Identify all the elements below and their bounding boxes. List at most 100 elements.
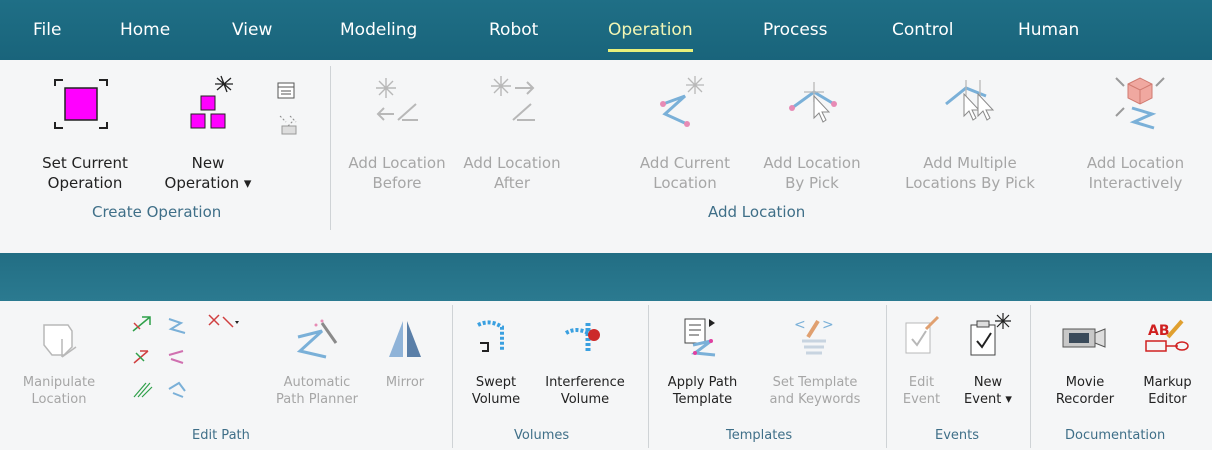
- set-current-operation-button[interactable]: Set Current Operation: [20, 68, 150, 198]
- add-location-after-label-2: After: [493, 173, 531, 192]
- add-location-before-label-1: Add Location: [348, 154, 446, 172]
- manipulate-location-label-1: Manipulate: [22, 375, 96, 390]
- add-location-interactively-icon: [1115, 77, 1165, 130]
- tab-home[interactable]: Home: [120, 20, 170, 40]
- operation-ribbon: Set Current Operation New Operation ▾ Cr…: [0, 60, 1212, 238]
- movie-recorder-label-2: Recorder: [1055, 391, 1115, 407]
- add-location-interactively-label-2: Interactively: [1088, 173, 1183, 192]
- markup-editor-icon: AB: [1145, 319, 1189, 352]
- reverse-path-icon[interactable]: [165, 345, 189, 367]
- apply-path-template-label-1: Apply Path: [667, 375, 738, 390]
- tab-process[interactable]: Process: [763, 20, 828, 40]
- add-multiple-locations-label-2: Locations By Pick: [905, 173, 1035, 192]
- set-template-keywords-label-1: Set Template: [772, 375, 858, 390]
- add-location-before-icon: [376, 78, 418, 121]
- new-operation-label-1: New: [191, 154, 225, 172]
- add-current-location-button[interactable]: Add Current Location: [625, 68, 745, 198]
- add-location-after-button[interactable]: Add Location After: [457, 68, 567, 198]
- operation-properties-icon[interactable]: [276, 80, 296, 100]
- align-locations-icon[interactable]: [130, 377, 154, 399]
- tab-file[interactable]: File: [33, 20, 61, 40]
- manipulate-location-button[interactable]: Manipulate Location: [14, 313, 104, 423]
- add-multiple-locations-by-pick-icon: [945, 80, 995, 121]
- apply-path-template-icon: [684, 318, 716, 357]
- add-location-by-pick-label-1: Add Location: [763, 154, 861, 172]
- edit-event-label-1: Edit: [908, 375, 935, 390]
- mirror-label: Mirror: [385, 375, 425, 390]
- tab-human[interactable]: Human: [1018, 20, 1079, 40]
- tab-view[interactable]: View: [232, 20, 272, 40]
- apply-path-template-label-2: Template: [672, 391, 733, 407]
- markup-editor-label-1: Markup: [1143, 375, 1192, 390]
- swept-volume-icon: [477, 320, 504, 352]
- edit-event-label-2: Event: [902, 391, 941, 407]
- interpolate-icon[interactable]: [165, 313, 189, 335]
- new-operation-button[interactable]: New Operation ▾: [143, 68, 273, 198]
- interference-volume-icon: [564, 323, 600, 353]
- svg-text:<: <: [794, 317, 806, 333]
- add-location-before-label-2: Before: [372, 173, 422, 192]
- interference-volume-label-2: Volume: [560, 391, 610, 407]
- automatic-path-planner-button[interactable]: Automatic Path Planner: [262, 313, 372, 423]
- markup-editor-label-2: Editor: [1148, 391, 1187, 407]
- swept-volume-button[interactable]: Swept Volume: [462, 313, 530, 423]
- interference-volume-label-1: Interference: [545, 375, 625, 390]
- set-current-operation-label-1: Set Current: [42, 154, 128, 172]
- add-current-location-label-1: Add Current: [639, 154, 731, 172]
- project-locations-icon[interactable]: [205, 311, 241, 335]
- swept-volume-label-1: Swept: [475, 375, 517, 390]
- reorder-path-icon[interactable]: [165, 377, 189, 399]
- markup-editor-button[interactable]: AB Markup Editor: [1130, 313, 1205, 423]
- add-location-interactively-button[interactable]: Add Location Interactively: [1063, 68, 1208, 198]
- movie-recorder-label-1: Movie: [1065, 375, 1105, 390]
- add-current-location-label-2: Location: [653, 173, 717, 192]
- rotate-location-icon[interactable]: [130, 345, 154, 367]
- new-operation-label-2: Operation ▾: [164, 173, 252, 192]
- movie-camera-icon: [1062, 328, 1106, 348]
- group-templates: Templates: [726, 428, 793, 443]
- add-location-by-pick-button[interactable]: Add Location By Pick: [752, 68, 872, 198]
- tab-robot[interactable]: Robot: [489, 20, 538, 40]
- add-location-interactively-label-1: Add Location: [1086, 154, 1185, 172]
- tab-operation[interactable]: Operation: [608, 20, 693, 52]
- add-location-before-button[interactable]: Add Location Before: [342, 68, 452, 198]
- add-location-after-label-1: Add Location: [463, 154, 561, 172]
- set-template-keywords-button[interactable]: < > Set Template and Keywords: [750, 313, 880, 423]
- group-edit-path: Edit Path: [192, 428, 250, 443]
- movie-recorder-button[interactable]: Movie Recorder: [1045, 313, 1125, 423]
- add-location-by-pick-icon: [789, 82, 837, 123]
- edit-event-button[interactable]: Edit Event: [894, 313, 949, 423]
- automatic-path-planner-label-2: Path Planner: [276, 391, 358, 407]
- group-separator: [648, 305, 649, 448]
- group-separator: [1030, 305, 1031, 448]
- svg-text:>: >: [822, 317, 834, 333]
- manipulate-location-label-2: Location: [31, 391, 87, 407]
- add-location-by-pick-label-2: By Pick: [785, 173, 839, 192]
- flip-location-icon[interactable]: [130, 313, 154, 335]
- mirror-button[interactable]: Mirror: [375, 313, 435, 423]
- edit-event-icon: [905, 315, 940, 354]
- group-separator: [452, 305, 453, 448]
- add-multiple-locations-by-pick-button[interactable]: Add Multiple Locations By Pick: [895, 68, 1045, 198]
- add-multiple-locations-label-1: Add Multiple: [923, 154, 1017, 172]
- set-template-keywords-icon: < >: [794, 317, 834, 355]
- new-event-label-2: Event ▾: [964, 391, 1012, 407]
- tab-modeling[interactable]: Modeling: [340, 20, 417, 40]
- set-template-keywords-label-2: and Keywords: [769, 391, 861, 407]
- automatic-path-planner-icon: [296, 319, 338, 359]
- operation-ribbon-expanded: Manipulate Location Automatic Path Plann…: [0, 301, 1212, 450]
- apply-path-template-button[interactable]: Apply Path Template: [655, 313, 750, 423]
- interference-volume-button[interactable]: Interference Volume: [530, 313, 640, 423]
- add-location-after-icon: [491, 76, 535, 121]
- group-documentation: Documentation: [1065, 428, 1166, 443]
- operation-tree-icon[interactable]: [276, 112, 300, 136]
- group-volumes: Volumes: [514, 428, 570, 443]
- ribbon-divider-band: [0, 253, 1212, 301]
- new-event-button[interactable]: New Event ▾: [953, 313, 1023, 423]
- tab-control[interactable]: Control: [892, 20, 953, 40]
- new-event-label-1: New: [973, 375, 1003, 390]
- svg-text:AB: AB: [1148, 323, 1170, 339]
- add-current-location-icon: [660, 76, 704, 127]
- automatic-path-planner-label-1: Automatic: [283, 375, 351, 390]
- group-separator: [330, 66, 331, 230]
